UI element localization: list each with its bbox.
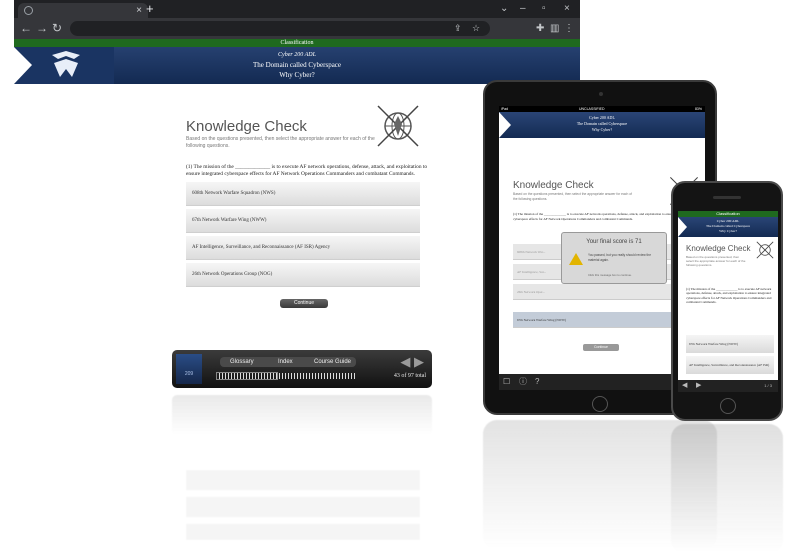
progress-indicator — [216, 372, 278, 380]
question-text: (1) The mission of the _____________ is … — [686, 287, 772, 305]
answer-option-selected[interactable]: 67th Network Warfare Wing (NWW) — [513, 312, 693, 328]
navigation-console: 209 Glossary Index Course Guide ◀ ▶ 43 o… — [172, 350, 432, 388]
answer-option[interactable]: 67th Network Warfare Wing (NWW) — [686, 335, 774, 353]
next-page-button[interactable]: ▶ — [696, 380, 701, 392]
cyber-emblem-icon — [756, 241, 774, 259]
loading-icon — [24, 6, 33, 15]
book-icon[interactable]: ☐ — [503, 374, 510, 390]
knowledge-check-page: Knowledge Check Based on the questions p… — [170, 98, 438, 310]
minimize-button[interactable]: – — [520, 1, 526, 16]
score-title: Your final score is 71 — [586, 239, 642, 245]
help-icon[interactable]: ? — [535, 374, 539, 390]
share-icon[interactable]: ⇪ — [454, 21, 462, 36]
question-text: (1) The mission of the _____________ is … — [186, 164, 428, 177]
course-code: Cyber 200 ADL — [278, 52, 316, 58]
glossary-tab[interactable]: Glossary — [230, 357, 254, 367]
previous-page-button[interactable]: ◀ — [400, 354, 410, 369]
previous-page-button[interactable]: ◀ — [682, 380, 687, 392]
tablet-course-header: Cyber 200 ADL The Domain called Cyberspa… — [499, 112, 705, 138]
instructions: Based on the questions presented, then s… — [686, 255, 746, 267]
phone-bottom-bar: ◀ ▶ 1 / 3 — [678, 380, 778, 392]
page-title: Knowledge Check — [513, 180, 594, 191]
score-dialog[interactable]: Your final score is 71 You passed, but y… — [561, 232, 667, 284]
browser-tab[interactable]: × — [18, 3, 148, 18]
page-reflection — [186, 470, 420, 540]
lesson-title: Why Cyber? — [719, 229, 737, 233]
console-reflection — [172, 395, 432, 435]
new-tab-button[interactable]: + — [146, 1, 154, 16]
course-code: Cyber 200 ADL — [716, 219, 740, 223]
continue-button[interactable]: Continue — [583, 344, 619, 351]
lesson-title: Why Cyber? — [591, 127, 613, 132]
phone-screen: Classification Cyber 200 ADL The Domain … — [678, 211, 778, 392]
tablet-camera — [599, 92, 603, 96]
tablet-home-button[interactable] — [592, 396, 608, 412]
reload-button[interactable]: ↻ — [52, 20, 62, 37]
close-window-button[interactable]: × — [564, 1, 570, 16]
lesson-title: Why Cyber? — [279, 71, 315, 79]
browser-window: × + ⌄ – ▫ × ← → ↻ ⇪ ☆ ✚ ▥ ⋮ Classificati… — [14, 0, 580, 84]
cyber-emblem-icon — [377, 105, 419, 147]
next-page-button[interactable]: ▶ — [414, 354, 424, 369]
page-counter: 1 / 3 — [764, 383, 772, 388]
module-title: The Domain called Cyberspace — [252, 61, 342, 69]
tab-search-icon[interactable]: ⌄ — [500, 1, 508, 16]
extensions-icon[interactable]: ✚ — [536, 20, 544, 37]
phone-reflection — [671, 424, 783, 554]
course-logo: 209 — [176, 354, 202, 384]
index-tab[interactable]: Index — [278, 357, 293, 367]
continue-button[interactable]: Continue — [280, 299, 328, 308]
page-arrows: ◀ ▶ — [400, 355, 424, 368]
page-title: Knowledge Check — [186, 118, 307, 135]
warning-icon — [569, 253, 583, 265]
tab-bar: × + ⌄ – ▫ × — [14, 0, 580, 18]
phone-home-button[interactable] — [720, 398, 736, 414]
phone-speaker — [713, 196, 741, 199]
chevron-decoration — [678, 217, 687, 237]
answer-option[interactable]: AF Intelligence, Surveillance, and Recon… — [186, 236, 420, 260]
instructions: Based on the questions presented, then s… — [513, 192, 632, 201]
phone-device: Classification Cyber 200 ADL The Domain … — [671, 181, 783, 421]
course-guide-tab[interactable]: Course Guide — [314, 357, 351, 367]
address-bar[interactable]: ⇪ ☆ — [70, 21, 490, 36]
stage: × + ⌄ – ▫ × ← → ↻ ⇪ ☆ ✚ ▥ ⋮ Classificati… — [0, 0, 800, 560]
info-icon[interactable]: ⓘ — [519, 374, 527, 390]
forward-button[interactable]: → — [36, 20, 48, 37]
answer-option[interactable]: 26th Network Oper... — [513, 284, 693, 300]
chevron-decoration — [499, 112, 511, 138]
score-footer: Click this message box to continue. — [588, 273, 632, 277]
score-message: You passed, but you really should review… — [588, 253, 651, 262]
browser-toolbar: ← → ↻ ⇪ ☆ ✚ ▥ ⋮ — [14, 18, 580, 39]
answer-option[interactable]: 67th Network Warfare Wing (NWW) — [186, 209, 420, 233]
console-tabs: Glossary Index Course Guide — [220, 357, 356, 367]
question-text: (1) The mission of the _____________ is … — [513, 212, 689, 221]
maximize-button[interactable]: ▫ — [542, 1, 546, 16]
classification-bar: Classification — [14, 39, 580, 47]
answer-option[interactable]: 608th Network Warfare Squadron (NWS) — [186, 182, 420, 206]
course-header: Classification Cyber 200 ADL The Domain … — [14, 39, 580, 84]
close-tab-icon[interactable]: × — [136, 3, 142, 18]
more-menu-icon[interactable]: ⋮ — [564, 20, 574, 37]
answer-option[interactable]: AF Intelligence, Surveillance, and Recon… — [686, 356, 774, 385]
instructions: Based on the questions presented, then s… — [186, 136, 375, 149]
page-title: Knowledge Check — [686, 244, 751, 253]
course-code: Cyber 200 ADL — [589, 115, 615, 120]
bookmark-star-icon[interactable]: ☆ — [472, 21, 480, 36]
phone-course-header: Cyber 200 ADL The Domain called Cyberspa… — [678, 217, 778, 237]
back-button[interactable]: ← — [20, 20, 32, 37]
answer-option[interactable]: 26th Network Operations Group (NOG) — [186, 263, 420, 287]
page-counter: 43 of 97 total — [393, 373, 426, 379]
sidebar-icon[interactable]: ▥ — [550, 20, 559, 37]
